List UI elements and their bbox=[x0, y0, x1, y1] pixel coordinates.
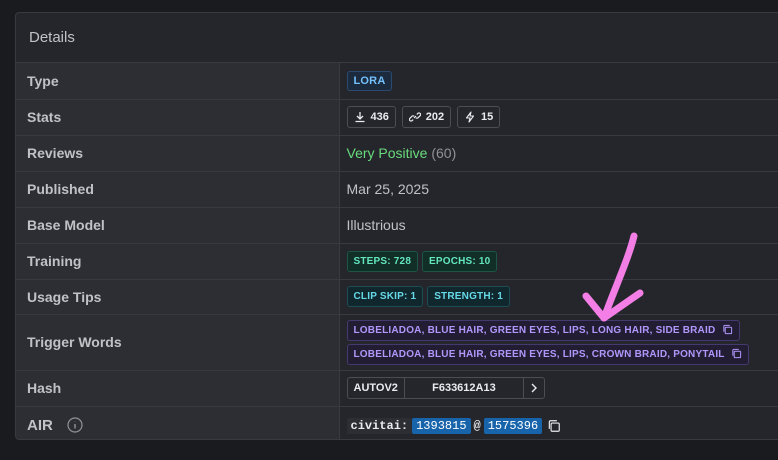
base-model-value: Illustrious bbox=[339, 207, 778, 244]
row-label: Reviews bbox=[16, 135, 340, 172]
row-label: AIR bbox=[27, 416, 53, 434]
links-count: 202 bbox=[425, 111, 445, 123]
copy-icon[interactable] bbox=[722, 324, 733, 335]
air-version-id[interactable]: 1575396 bbox=[483, 418, 543, 435]
row-type: Type LORA bbox=[16, 63, 778, 100]
info-icon[interactable] bbox=[67, 417, 83, 433]
downloads-count: 436 bbox=[370, 111, 389, 123]
row-label: Usage Tips bbox=[16, 279, 340, 315]
air-identifier: civitai: 1393815 @ 1575396 bbox=[346, 418, 562, 435]
review-count: (60) bbox=[431, 145, 457, 161]
review-sentiment[interactable]: Very Positive bbox=[347, 145, 428, 161]
copy-icon[interactable] bbox=[731, 348, 742, 359]
row-base-model: Base Model Illustrious bbox=[16, 207, 778, 244]
links-stat: 202 bbox=[401, 106, 452, 128]
row-label: Type bbox=[16, 63, 340, 100]
row-label: Stats bbox=[16, 99, 340, 136]
link-icon bbox=[408, 112, 421, 122]
epochs-badge: EPOCHS: 10 bbox=[421, 250, 498, 272]
details-table: Type LORA Stats 436 202 15 Reviews Very … bbox=[16, 63, 778, 439]
row-label: Training bbox=[16, 243, 340, 280]
steps-badge: STEPS: 728 bbox=[346, 250, 419, 272]
type-badge: LORA bbox=[346, 70, 393, 91]
clip-skip-badge: CLIP SKIP: 1 bbox=[346, 286, 424, 307]
hash-algo-select[interactable]: AUTOV2 bbox=[348, 378, 404, 398]
row-published: Published Mar 25, 2025 bbox=[16, 171, 778, 208]
air-model-id[interactable]: 1393815 bbox=[412, 418, 471, 435]
details-card: Details Type LORA Stats 436 202 15 Revie… bbox=[15, 12, 778, 440]
chevron-right-icon bbox=[531, 383, 537, 393]
row-reviews: Reviews Very Positive (60) bbox=[16, 135, 778, 172]
row-hash: Hash AUTOV2 F633612A13 bbox=[16, 370, 778, 407]
card-title: Details bbox=[16, 13, 778, 63]
published-date: Mar 25, 2025 bbox=[339, 171, 778, 208]
bolts-stat: 15 bbox=[457, 106, 501, 128]
trigger-word-text: LOBELIADOA, BLUE HAIR, GREEN EYES, LIPS,… bbox=[353, 324, 716, 336]
air-label-cell: AIR bbox=[16, 406, 340, 439]
row-label: Trigger Words bbox=[16, 314, 340, 371]
hash-next-button[interactable] bbox=[524, 378, 544, 398]
bolt-icon bbox=[465, 111, 475, 123]
trigger-word-text: LOBELIADOA, BLUE HAIR, GREEN EYES, LIPS,… bbox=[353, 348, 725, 360]
download-icon bbox=[355, 112, 364, 123]
downloads-stat: 436 bbox=[346, 106, 396, 128]
air-at: @ bbox=[473, 419, 481, 434]
row-training: Training STEPS: 728 EPOCHS: 10 bbox=[16, 243, 778, 280]
hash-value[interactable]: F633612A13 bbox=[403, 378, 524, 398]
bolts-count: 15 bbox=[481, 111, 494, 123]
row-usage-tips: Usage Tips CLIP SKIP: 1 STRENGTH: 1 bbox=[16, 279, 778, 315]
row-label: Hash bbox=[16, 370, 340, 407]
row-stats: Stats 436 202 15 bbox=[16, 99, 778, 136]
hash-widget: AUTOV2 F633612A13 bbox=[346, 377, 545, 399]
copy-icon[interactable] bbox=[547, 419, 561, 433]
air-prefix: civitai: bbox=[346, 418, 413, 435]
row-label: Published bbox=[16, 171, 340, 208]
strength-badge: STRENGTH: 1 bbox=[427, 286, 511, 307]
row-trigger-words: Trigger Words LOBELIADOA, BLUE HAIR, GRE… bbox=[16, 314, 778, 371]
row-air: AIR civitai: 1393815 @ 1575396 bbox=[16, 406, 778, 439]
trigger-word-chip[interactable]: LOBELIADOA, BLUE HAIR, GREEN EYES, LIPS,… bbox=[346, 319, 741, 341]
trigger-word-chip[interactable]: LOBELIADOA, BLUE HAIR, GREEN EYES, LIPS,… bbox=[346, 343, 750, 365]
row-label: Base Model bbox=[16, 207, 340, 244]
